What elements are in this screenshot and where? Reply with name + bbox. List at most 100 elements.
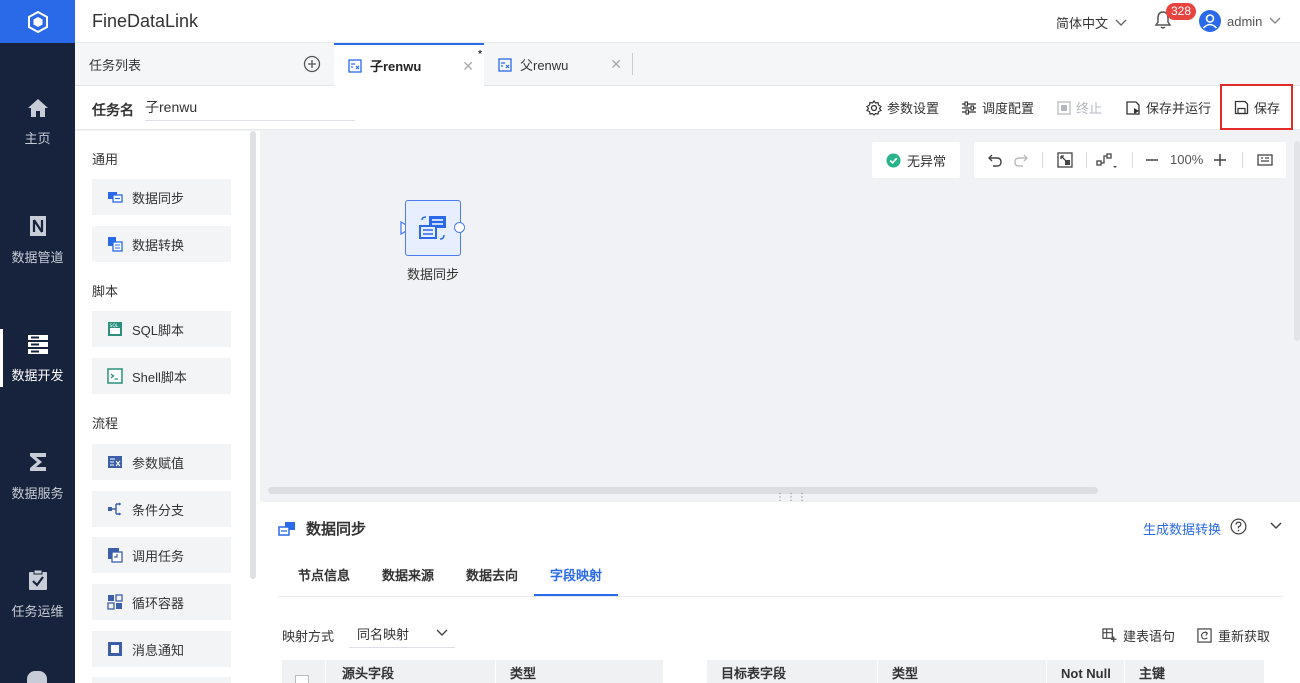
layout-icon[interactable] <box>1096 152 1120 170</box>
fit-view-icon[interactable] <box>1057 152 1073 168</box>
nav-item-service[interactable]: 数据服务 <box>0 431 75 521</box>
save-and-run-label: 保存并运行 <box>1146 101 1212 116</box>
palette-item-loop-container[interactable]: 循环容器 <box>92 584 231 620</box>
task-name-input[interactable] <box>145 94 355 121</box>
palette-item-sql-script[interactable]: SQL SQL脚本 <box>92 311 231 347</box>
table-add-icon <box>1102 628 1117 643</box>
palette-item-label: 数据转换 <box>132 237 185 253</box>
nav-label: 主页 <box>24 130 51 146</box>
source-fields-header: 源头字段 类型 <box>282 660 664 683</box>
minimap-icon[interactable] <box>1257 152 1273 168</box>
refetch-button[interactable]: 重新获取 <box>1197 626 1270 645</box>
task-list-tab[interactable]: 任务列表 <box>75 43 333 86</box>
toolbar-divider <box>1042 152 1043 168</box>
node-config-panel: 数据同步 生成数据转换 节点信息 数据来源 数据去向 字段映射 映射方式 同名映… <box>260 502 1300 683</box>
username: admin <box>1227 13 1263 29</box>
close-icon[interactable]: ✕ <box>462 58 474 75</box>
task-list-label: 任务列表 <box>89 58 142 73</box>
help-icon[interactable] <box>1230 518 1247 535</box>
subtab-data-target[interactable]: 数据去向 <box>466 565 518 584</box>
palette-item-label: 调用任务 <box>132 548 185 564</box>
save-and-run-button[interactable]: 保存并运行 <box>1125 98 1211 117</box>
data-sync-icon <box>278 521 295 536</box>
branch-icon <box>108 502 122 516</box>
gear-icon <box>866 99 882 116</box>
stop-icon <box>1057 100 1071 115</box>
nav-item-ops[interactable]: 任务运维 <box>0 549 75 639</box>
redo-icon[interactable] <box>1013 152 1029 168</box>
add-task-icon[interactable] <box>303 55 321 73</box>
column-header: 主键 <box>1125 660 1265 683</box>
workflow-canvas[interactable]: 无异常 100% 数据同步 <box>260 131 1300 498</box>
sql-script-icon: SQL <box>108 322 122 336</box>
toolbar-divider <box>1132 152 1133 168</box>
palette-item-message-notify[interactable]: 消息通知 <box>92 631 231 667</box>
data-sync-icon <box>419 216 446 240</box>
toolbar-divider <box>1242 152 1243 168</box>
panel-title-label: 数据同步 <box>306 521 367 538</box>
palette-item-call-task[interactable]: 调用任务 <box>92 537 231 573</box>
save-highlight-box <box>1220 84 1293 130</box>
app-logo[interactable] <box>0 0 75 43</box>
palette-item-label: 循环容器 <box>132 595 185 611</box>
palette-group-flow: 流程 <box>92 416 119 431</box>
build-table-sql-button[interactable]: 建表语句 <box>1102 626 1175 645</box>
subtab-field-mapping[interactable]: 字段映射 <box>550 565 602 584</box>
palette-item-label: Shell脚本 <box>132 369 187 385</box>
top-bar: FineDataLink 简体中文 328 admin <box>75 0 1300 43</box>
workflow-node-data-sync[interactable] <box>405 200 461 256</box>
subtab-data-source[interactable]: 数据来源 <box>382 565 434 584</box>
canvas-horizontal-scrollbar[interactable] <box>268 487 1098 494</box>
palette-item-data-sync[interactable]: 数据同步 <box>92 179 231 215</box>
generate-transform-link[interactable]: 生成数据转换 <box>1143 519 1221 538</box>
palette-item-condition-branch[interactable]: 条件分支 <box>92 491 231 527</box>
nav-label: 任务运维 <box>11 603 64 619</box>
shell-script-icon <box>107 368 123 384</box>
language-selector[interactable]: 简体中文 <box>1056 13 1128 32</box>
subtab-node-info[interactable]: 节点信息 <box>298 565 350 584</box>
schedule-config-label: 调度配置 <box>982 101 1035 116</box>
nav-item-dev[interactable]: 数据开发 <box>0 313 75 403</box>
toolbar-divider <box>1086 152 1087 168</box>
notification-badge: 328 <box>1166 3 1197 20</box>
canvas-vertical-scrollbar[interactable] <box>1294 141 1300 341</box>
task-file-icon <box>498 57 512 72</box>
pipeline-icon <box>29 215 46 236</box>
language-label: 简体中文 <box>1056 16 1109 31</box>
unsaved-indicator: * <box>478 49 482 60</box>
palette-item-label: 参数赋值 <box>132 455 185 471</box>
user-menu[interactable]: admin <box>1199 10 1282 32</box>
chevron-down-icon <box>1269 17 1281 24</box>
component-palette: 通用 数据同步 数据转换 脚本 SQL SQL脚本 Shell脚本 流程 参数赋… <box>75 131 260 683</box>
palette-group-general: 通用 <box>92 152 119 167</box>
palette-item-param-assign[interactable]: 参数赋值 <box>92 444 231 480</box>
canvas-toolbar: 100% <box>974 142 1286 178</box>
undo-icon[interactable] <box>987 152 1003 168</box>
mapping-mode-select[interactable]: 同名映射 <box>349 620 455 648</box>
nav-item-pipeline[interactable]: 数据管道 <box>0 195 75 285</box>
column-header: 类型 <box>878 660 1047 683</box>
mapping-mode-label: 映射方式 <box>282 629 335 644</box>
palette-item-shell-script[interactable]: Shell脚本 <box>92 358 231 394</box>
palette-item-data-transform[interactable]: 数据转换 <box>92 226 231 262</box>
node-output-port[interactable] <box>454 222 465 233</box>
dev-icon <box>27 334 48 354</box>
tab-parent-task[interactable]: 父renwu ✕ <box>484 43 632 86</box>
call-task-icon <box>108 548 123 563</box>
chevron-down-icon <box>1115 19 1127 26</box>
nav-item-home[interactable]: 主页 <box>0 77 75 167</box>
select-all-checkbox[interactable] <box>295 675 309 683</box>
node-label: 数据同步 <box>406 267 459 282</box>
palette-scrollbar[interactable] <box>250 131 256 579</box>
tab-child-task[interactable]: 子renwu ✕ * <box>334 43 484 86</box>
zoom-in-icon[interactable] <box>1213 152 1227 168</box>
stop-button[interactable]: 终止 <box>1057 98 1102 117</box>
schedule-config-button[interactable]: 调度配置 <box>961 98 1034 117</box>
close-icon[interactable]: ✕ <box>610 56 622 73</box>
zoom-out-icon[interactable] <box>1145 152 1159 168</box>
build-table-sql-label: 建表语句 <box>1123 629 1176 644</box>
params-settings-button[interactable]: 参数设置 <box>866 98 939 117</box>
column-header: 源头字段 <box>326 660 496 683</box>
svg-text:SQL: SQL <box>110 323 119 329</box>
chevron-down-icon[interactable] <box>1268 518 1284 534</box>
